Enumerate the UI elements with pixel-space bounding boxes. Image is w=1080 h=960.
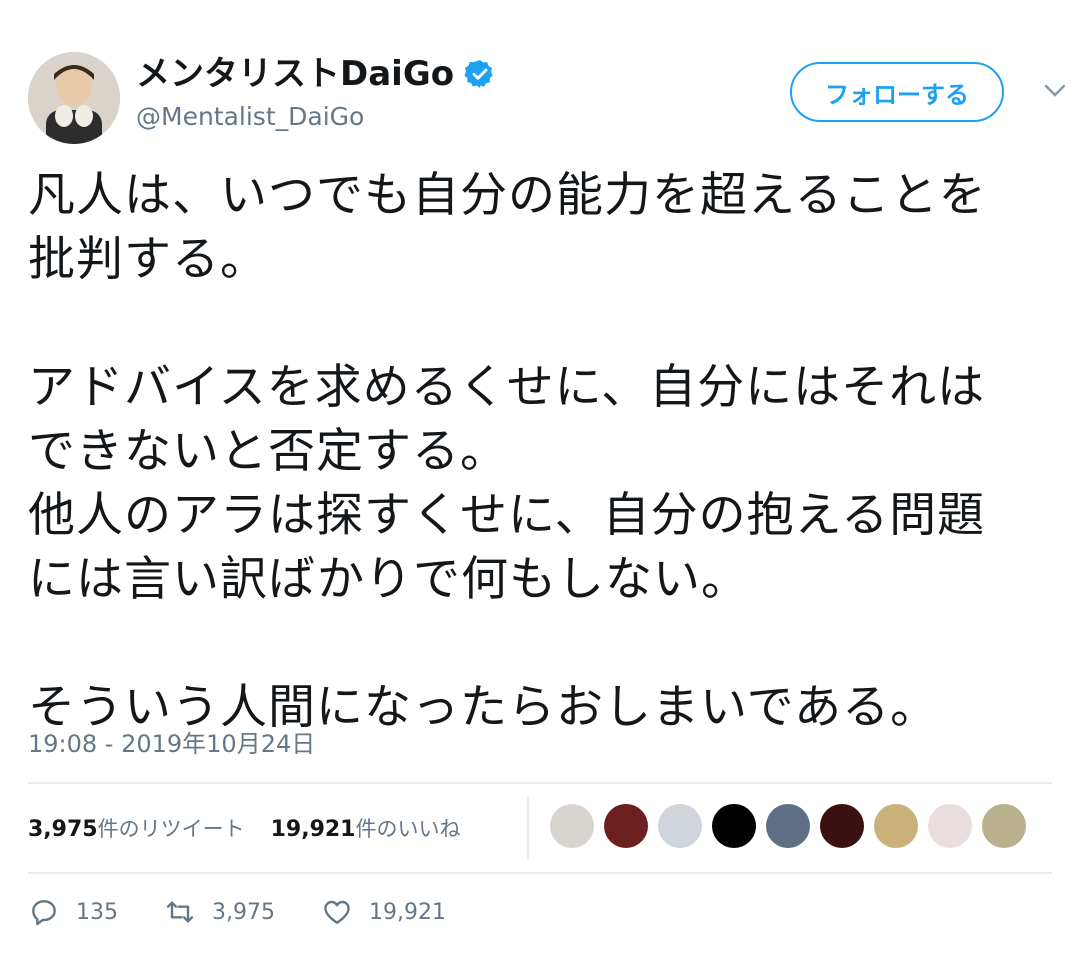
stats-separator (527, 796, 529, 860)
retweets-stat[interactable]: 3,975 件のリツイート (28, 813, 245, 843)
avatar-photo (28, 52, 120, 144)
liker-avatar-4[interactable] (712, 804, 756, 848)
like-button[interactable]: 19,921 (321, 896, 446, 928)
retweet-count: 3,975 (212, 899, 275, 925)
retweet-button[interactable]: 3,975 (164, 896, 275, 928)
tweet-timestamp[interactable]: 19:08 - 2019年10月24日 (28, 724, 315, 759)
divider-top (28, 782, 1052, 784)
reply-icon (32, 900, 56, 926)
liker-avatars (550, 804, 1036, 848)
display-name-row[interactable]: メンタリストDaiGo (136, 52, 496, 96)
liker-avatar-1[interactable] (550, 804, 594, 848)
reply-count: 135 (76, 899, 118, 925)
liker-avatar-8[interactable] (928, 804, 972, 848)
follow-button[interactable]: フォローする (790, 62, 1004, 122)
likes-stat-label: 件のいいね (355, 817, 461, 841)
user-handle[interactable]: @Mentalist_DaiGo (136, 100, 496, 134)
tweet-stats: 3,975 件のリツイート 19,921 件のいいね (28, 808, 487, 848)
tweet-header: メンタリストDaiGo @Mentalist_DaiGo フォローする (28, 46, 1068, 146)
retweet-icon (166, 901, 194, 923)
divider-bottom (28, 872, 1052, 874)
user-names: メンタリストDaiGo @Mentalist_DaiGo (136, 52, 496, 134)
liker-avatar-2[interactable] (604, 804, 648, 848)
retweets-stat-label: 件のリツイート (97, 817, 245, 841)
like-count: 19,921 (368, 899, 446, 925)
chevron-down-icon[interactable] (1044, 84, 1066, 98)
heart-icon (324, 900, 350, 924)
liker-avatar-6[interactable] (820, 804, 864, 848)
liker-avatar-9[interactable] (982, 804, 1026, 848)
verified-badge-icon (464, 60, 493, 88)
liker-avatar-7[interactable] (874, 804, 918, 848)
display-name[interactable]: メンタリストDaiGo (136, 52, 454, 96)
likes-stat-count: 19,921 (270, 817, 356, 842)
liker-avatar-5[interactable] (766, 804, 810, 848)
likes-stat[interactable]: 19,921 件のいいね (271, 813, 461, 843)
avatar[interactable] (28, 52, 120, 144)
reply-button[interactable]: 135 (28, 896, 118, 928)
tweet-actions: 135 3,975 19,921 (28, 896, 492, 928)
liker-avatar-3[interactable] (658, 804, 702, 848)
tweet-text: 凡人は、いつでも自分の能力を超えることを 批判する。 アドバイスを求めるくせに、… (28, 168, 987, 735)
retweets-stat-count: 3,975 (28, 817, 98, 842)
